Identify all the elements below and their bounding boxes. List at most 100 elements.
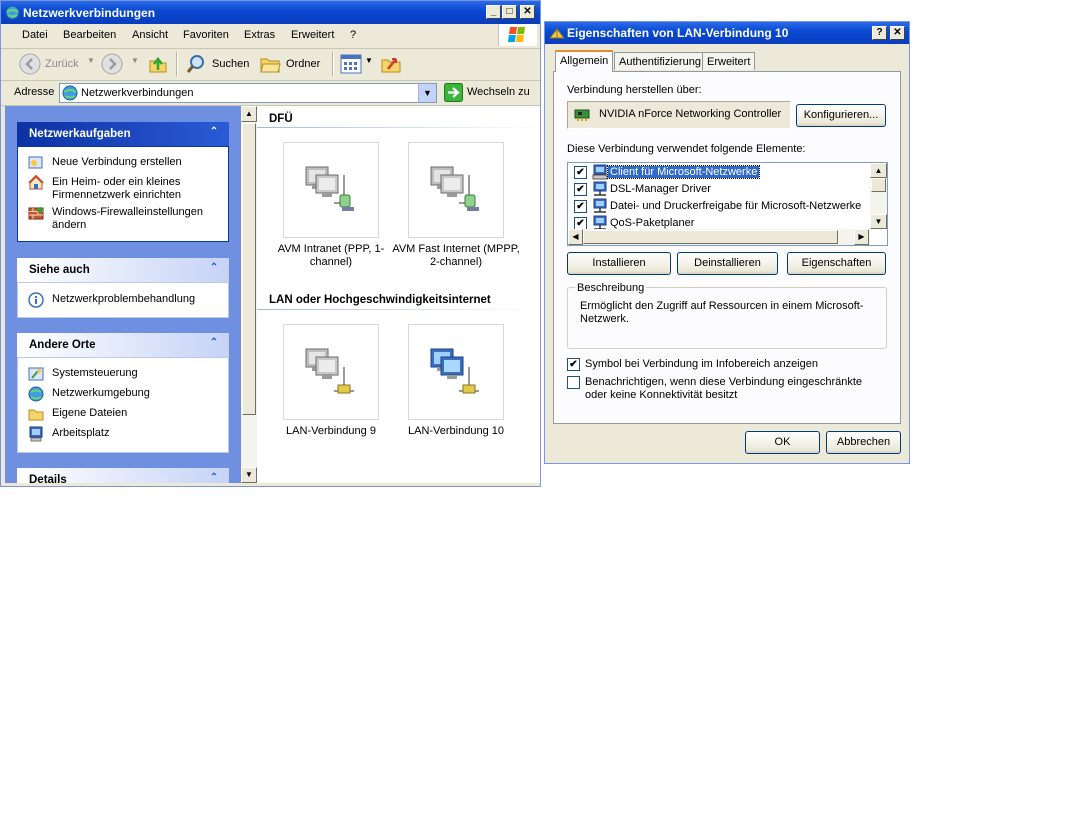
lan-connection-disabled-icon — [304, 347, 356, 397]
collapse-chevron-icon[interactable]: ⌃ — [207, 262, 221, 276]
menu-ansicht[interactable]: Ansicht — [132, 29, 168, 41]
menu-help[interactable]: ? — [350, 29, 356, 41]
components-list[interactable]: ✔ Client für Microsoft-Netzwerke ✔ DSL-M… — [567, 162, 888, 246]
scroll-down-icon[interactable]: ▼ — [241, 467, 257, 483]
scroll-up-icon[interactable]: ▲ — [870, 163, 887, 178]
address-input[interactable]: Netzwerkverbindungen ▼ — [59, 83, 437, 103]
explorer-titlebar[interactable]: Netzwerkverbindungen _ □ ✕ — [1, 1, 540, 24]
scroll-thumb[interactable] — [583, 230, 838, 244]
menu-erweitert[interactable]: Erweitert — [291, 29, 334, 41]
firewall-icon — [28, 205, 44, 221]
connection-label: AVM Fast Internet (MPPP, 2-channel) — [392, 243, 520, 268]
collapse-chevron-icon[interactable]: ⌃ — [207, 337, 221, 351]
cancel-button[interactable]: Abbrechen — [826, 431, 901, 454]
tab-advanced[interactable]: Erweitert — [702, 52, 756, 70]
scroll-thumb[interactable] — [242, 123, 256, 415]
close-button[interactable]: ✕ — [890, 26, 905, 40]
scroll-up-icon[interactable]: ▲ — [241, 106, 257, 122]
connection-lan-10[interactable] — [408, 324, 504, 420]
component-dsl-manager[interactable]: ✔ DSL-Manager Driver — [568, 181, 868, 198]
menu-datei[interactable]: Datei — [22, 29, 48, 41]
notify-checkbox[interactable] — [567, 376, 580, 389]
details-title: Details — [29, 474, 67, 483]
folder-sync-icon[interactable] — [380, 53, 402, 75]
help-button[interactable]: ? — [872, 26, 887, 40]
views-dropdown-icon[interactable]: ▼ — [365, 56, 373, 65]
scroll-right-icon[interactable]: ▶ — [854, 229, 869, 245]
network-globe-icon — [28, 386, 44, 402]
menu-favoriten[interactable]: Favoriten — [183, 29, 229, 41]
go-button-label[interactable]: Wechseln zu — [467, 86, 530, 98]
go-arrow-icon[interactable] — [444, 83, 463, 102]
info-icon — [28, 292, 44, 308]
task-label: Netzwerkumgebung — [52, 387, 150, 399]
connection-avm-fast-internet[interactable] — [408, 142, 504, 238]
lan-connection-icon — [429, 347, 481, 397]
back-button-label[interactable]: Zurück — [45, 58, 79, 70]
folders-icon[interactable] — [259, 53, 281, 75]
see-also-header[interactable]: Siehe auch ⌃ — [17, 258, 229, 282]
configure-button[interactable]: Konfigurieren... — [796, 104, 886, 127]
back-arrow-icon[interactable] — [19, 53, 41, 75]
description-title: Beschreibung — [575, 282, 647, 294]
task-pane-scrollbar[interactable]: ▲ ▼ — [241, 106, 257, 483]
explorer-window: Netzwerkverbindungen _ □ ✕ Datei Bearbei… — [0, 0, 541, 487]
dialog-titlebar[interactable]: Eigenschaften von LAN-Verbindung 10 ? ✕ — [545, 22, 909, 44]
properties-button[interactable]: Eigenschaften — [787, 252, 886, 275]
menu-bearbeiten[interactable]: Bearbeiten — [63, 29, 116, 41]
list-hscroll[interactable]: ◀ ▶ — [568, 229, 870, 245]
close-button[interactable]: ✕ — [520, 5, 535, 19]
connection-lan-9[interactable] — [283, 324, 379, 420]
components-label: Diese Verbindung verwendet folgende Elem… — [567, 143, 806, 155]
scroll-down-icon[interactable]: ▼ — [870, 214, 887, 229]
details-header[interactable]: Details ⌃ — [17, 468, 229, 483]
install-button[interactable]: Installieren — [567, 252, 671, 275]
connection-label: LAN-Verbindung 10 — [407, 425, 504, 437]
collapse-chevron-icon[interactable]: ⌃ — [207, 472, 221, 483]
properties-dialog: Eigenschaften von LAN-Verbindung 10 ? ✕ … — [544, 21, 910, 464]
forward-arrow-icon[interactable] — [101, 53, 123, 75]
folder-icon — [28, 406, 44, 422]
back-dropdown-icon[interactable]: ▼ — [87, 56, 95, 65]
home-network-icon — [28, 175, 44, 191]
scroll-left-icon[interactable]: ◀ — [568, 229, 583, 245]
minimize-button[interactable]: _ — [486, 5, 501, 19]
list-vscroll[interactable]: ▲ ▼ — [870, 163, 887, 229]
adapter-name: NVIDIA nForce Networking Controller — [599, 108, 782, 120]
content-pane: DFÜ AVM Intranet (PPP, 1-channel) AVM Fa… — [257, 106, 540, 483]
component-checkbox[interactable]: ✔ — [574, 183, 587, 196]
component-file-printer-sharing[interactable]: ✔ Datei- und Druckerfreigabe für Microso… — [568, 198, 868, 215]
connection-label: LAN-Verbindung 9 — [286, 425, 376, 437]
ok-button[interactable]: OK — [745, 431, 820, 454]
adapter-box: NVIDIA nForce Networking Controller — [567, 101, 791, 129]
search-button-label[interactable]: Suchen — [212, 58, 249, 70]
component-client-microsoft[interactable]: ✔ Client für Microsoft-Netzwerke — [568, 164, 868, 181]
network-tasks-header[interactable]: Netzwerkaufgaben ⌃ — [17, 122, 229, 146]
show-icon-label: Symbol bei Verbindung im Infobereich anz… — [585, 358, 818, 370]
other-places-header[interactable]: Andere Orte ⌃ — [17, 333, 229, 357]
component-checkbox[interactable]: ✔ — [574, 200, 587, 213]
uninstall-button[interactable]: Deinstallieren — [677, 252, 778, 275]
views-icon[interactable] — [340, 54, 362, 74]
collapse-chevron-icon[interactable]: ⌃ — [207, 126, 221, 140]
protocol-icon — [592, 181, 608, 197]
folders-button-label[interactable]: Ordner — [286, 58, 320, 70]
maximize-button[interactable]: □ — [502, 5, 517, 19]
network-connections-icon — [5, 5, 20, 20]
component-checkbox[interactable]: ✔ — [574, 166, 587, 179]
folder-up-icon[interactable] — [147, 53, 169, 75]
address-label: Adresse — [14, 86, 55, 98]
task-label: Neue Verbindung erstellen — [52, 156, 182, 168]
task-label: Arbeitsplatz — [52, 427, 110, 439]
tab-authentication[interactable]: Authentifizierung — [614, 52, 706, 70]
forward-dropdown-icon[interactable]: ▼ — [131, 56, 139, 65]
other-places-title: Andere Orte — [29, 339, 96, 351]
connection-avm-intranet[interactable] — [283, 142, 379, 238]
search-icon[interactable] — [185, 53, 207, 75]
address-dropdown-icon[interactable]: ▼ — [418, 84, 436, 102]
component-label: DSL-Manager Driver — [610, 183, 711, 195]
tab-general[interactable]: Allgemein — [555, 50, 614, 72]
show-icon-checkbox[interactable]: ✔ — [567, 358, 580, 371]
menu-extras[interactable]: Extras — [244, 29, 275, 41]
scroll-thumb[interactable] — [871, 178, 886, 192]
